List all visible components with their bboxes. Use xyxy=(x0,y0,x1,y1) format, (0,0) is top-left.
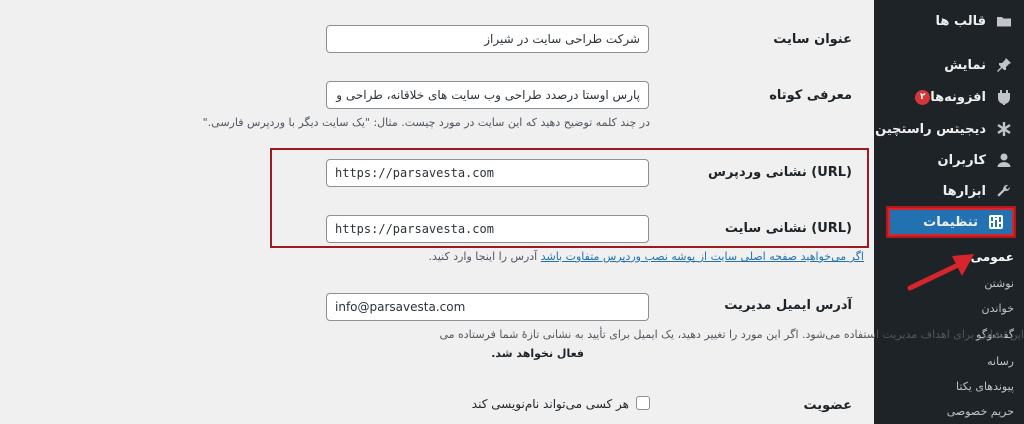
submenu-writing[interactable]: نوشتن xyxy=(984,277,1014,290)
tagline-description: در چند کلمه توضیح دهید که این سایت در مو… xyxy=(202,116,650,129)
appearance-icon xyxy=(994,11,1014,31)
admin-email-label: آدرس ایمیل مدیریت xyxy=(724,298,852,313)
site-url-help-link[interactable]: اگر می‌خواهید صفحه اصلی سایت از پوشه نصب… xyxy=(541,250,864,263)
wordpress-url-label: نشانی وردپرس (URL) xyxy=(708,165,852,180)
submenu-media[interactable]: رسانه xyxy=(987,355,1014,368)
sidebar-item-label: قالب ها xyxy=(935,13,986,29)
membership-checkbox-label[interactable]: هر کسی می‌تواند نام‌نویسی کند xyxy=(472,397,629,411)
update-count-badge: ۲ xyxy=(915,89,931,105)
pin-icon xyxy=(994,55,1014,75)
site-title-label: عنوان سایت xyxy=(773,32,852,47)
admin-email-description-line1: این نشانی برای اهداف مدیریت استفاده می‌ش… xyxy=(439,328,1024,341)
user-icon xyxy=(994,150,1014,170)
site-url-input[interactable]: https://parsavesta.com xyxy=(326,215,649,243)
sidebar-item-display[interactable]: نمایش xyxy=(874,50,1024,80)
annotation-arrow-icon xyxy=(907,254,974,291)
plugin-icon xyxy=(994,87,1014,107)
sidebar-item-appearance[interactable]: قالب ها xyxy=(874,6,1024,36)
settings-icon xyxy=(986,212,1006,232)
sidebar-item-tools[interactable]: ابزارها xyxy=(874,176,1024,206)
sidebar-item-users[interactable]: کاربران xyxy=(874,145,1024,175)
submenu-privacy[interactable]: حریم خصوصی xyxy=(947,405,1014,418)
site-url-description: اگر می‌خواهید صفحه اصلی سایت از پوشه نصب… xyxy=(429,250,864,263)
admin-email-description-line2: فعال نخواهد شد. xyxy=(491,347,584,360)
sidebar-item-digits[interactable]: دیجیتس راستچین xyxy=(874,114,1024,144)
sidebar-item-label: ابزارها xyxy=(942,183,986,199)
site-url-label: نشانی سایت (URL) xyxy=(724,221,852,236)
wrench-icon xyxy=(994,181,1014,201)
tagline-label: معرفی کوتاه xyxy=(769,88,852,103)
submenu-permalinks[interactable]: پیوندهای یکتا xyxy=(956,380,1014,393)
site-url-description-text: آدرس را اینجا وارد کنید. xyxy=(428,250,541,263)
wordpress-url-input[interactable]: https://parsavesta.com xyxy=(326,159,649,187)
site-title-input[interactable]: شرکت طراحی سایت در شیراز xyxy=(326,25,649,53)
sidebar-item-label: افزونه‌ها xyxy=(930,89,986,105)
membership-label: عضویت xyxy=(803,398,852,413)
membership-checkbox[interactable] xyxy=(636,396,650,410)
asterisk-icon xyxy=(994,119,1014,139)
sidebar-item-plugins[interactable]: افزونه‌ها ۲ xyxy=(874,82,1024,112)
sidebar-item-label: کاربران xyxy=(937,152,986,168)
tagline-input[interactable]: پارس اوستا درصدد طراحی وب سایت های خلاقا… xyxy=(326,81,649,109)
sidebar-item-label: تنظیمات xyxy=(923,214,978,230)
submenu-reading[interactable]: خواندن xyxy=(982,302,1014,315)
sidebar-item-settings[interactable]: تنظیمات xyxy=(886,206,1016,238)
admin-email-input[interactable]: info@parsavesta.com xyxy=(326,293,649,321)
sidebar-item-label: دیجیتس راستچین xyxy=(875,121,986,137)
sidebar-item-label: نمایش xyxy=(944,57,986,73)
